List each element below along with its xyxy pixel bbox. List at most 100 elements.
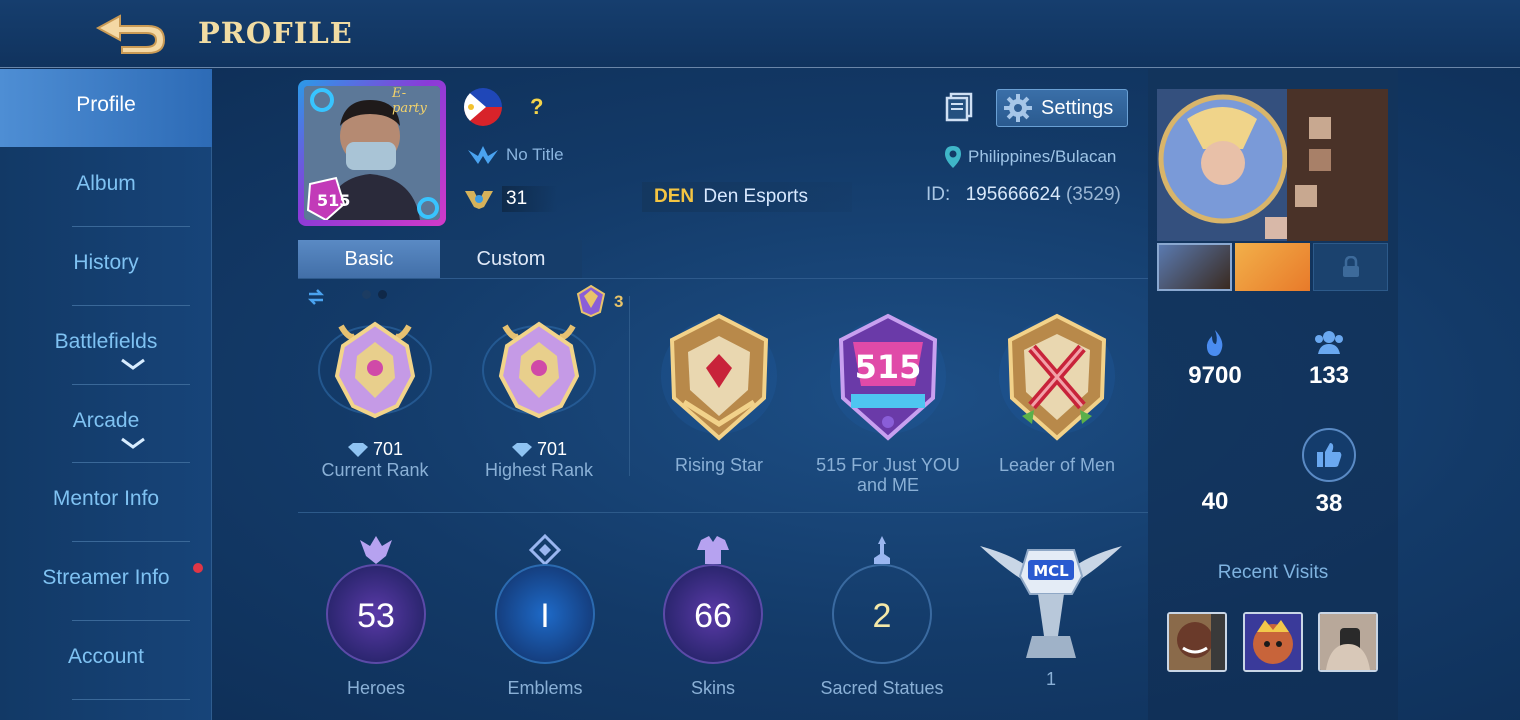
- location-row: Philippines/Bulacan: [944, 145, 1116, 169]
- sidebar-item-profile[interactable]: Profile: [0, 69, 212, 147]
- id-label: ID:: [926, 184, 951, 205]
- svg-text:515: 515: [317, 191, 350, 210]
- tab-custom[interactable]: Custom: [440, 240, 582, 278]
- season-badge-count: 3: [614, 292, 624, 311]
- medal-label: Rising Star: [674, 455, 764, 475]
- popularity-stat[interactable]: 9700: [1170, 328, 1260, 390]
- rising-star-medal[interactable]: Rising Star: [644, 306, 794, 475]
- flame-icon: [1206, 330, 1223, 356]
- sidebar-item-label: History: [73, 251, 139, 274]
- help-question-icon[interactable]: ?: [530, 94, 543, 120]
- rank-points: 701: [464, 439, 614, 460]
- stat-ring: 53: [326, 564, 426, 664]
- sidebar-item-account[interactable]: Account: [0, 621, 212, 699]
- heroes-icon: [360, 536, 392, 564]
- skins-icon: [697, 536, 729, 564]
- thumbs-up-icon: [1317, 443, 1342, 467]
- sidebar-item-label: Arcade: [72, 409, 140, 432]
- gear-icon: [1004, 94, 1032, 122]
- level-row: 31: [464, 186, 558, 212]
- likes-value: 38: [1315, 490, 1343, 517]
- sidebar-item-history[interactable]: History: [0, 227, 212, 305]
- sidebar-item-label: Account: [68, 645, 144, 668]
- current-rank-medal[interactable]: 701 Current Rank: [300, 306, 450, 480]
- visitor-avatar[interactable]: [1167, 612, 1227, 672]
- followers-stat[interactable]: 133: [1284, 328, 1374, 390]
- sidebar-item-arcade[interactable]: Arcade: [0, 385, 212, 463]
- location-pin-icon: [945, 146, 961, 168]
- sidebar-item-streamer-info[interactable]: Streamer Info: [0, 542, 212, 620]
- popularity-value: 9700: [1188, 362, 1242, 389]
- stat-label: Emblems: [507, 678, 583, 698]
- crossed-swords-badge-icon: [999, 313, 1115, 441]
- recent-visits-label: Recent Visits: [1217, 562, 1329, 583]
- secondary-stat-value: 40: [1201, 488, 1229, 515]
- sacred-statues-stat[interactable]: 2 Sacred Statues: [807, 534, 957, 699]
- highest-rank-medal[interactable]: 701 Highest Rank: [464, 306, 614, 480]
- sidebar-item-label: Streamer Info: [42, 566, 170, 589]
- sidebar-item-mentor-info[interactable]: Mentor Info: [0, 463, 212, 541]
- custom-515-medal[interactable]: 515 515 For Just YOU and ME: [806, 306, 970, 495]
- heroes-stat[interactable]: 53 Heroes: [301, 534, 451, 699]
- back-arrow-icon[interactable]: [92, 10, 168, 56]
- avatar[interactable]: 515 E-party: [298, 80, 446, 226]
- thumbs-up-button[interactable]: [1302, 428, 1356, 482]
- thumbnail-2[interactable]: [1235, 243, 1310, 291]
- philippines-flag-icon[interactable]: [464, 88, 502, 126]
- swap-icon[interactable]: [306, 288, 326, 306]
- rising-star-badge-icon: [661, 313, 777, 441]
- stat-ring: I: [495, 564, 595, 664]
- sidebar-item-label: Album: [76, 172, 136, 195]
- settings-button[interactable]: Settings: [996, 89, 1128, 127]
- showcase-thumbnails: [1157, 243, 1388, 291]
- medal-label: 515 For Just YOU and ME: [816, 455, 960, 495]
- mythic-rank-emblem-icon: [482, 321, 596, 419]
- player-title: No Title: [506, 145, 564, 164]
- medal-label: Current Rank: [321, 460, 429, 480]
- leader-of-men-medal[interactable]: Leader of Men: [982, 306, 1132, 475]
- player-id-row[interactable]: ID: 195666624 (3529): [926, 184, 1121, 206]
- emblems-icon: [528, 534, 562, 567]
- rank-points-value: 701: [372, 439, 404, 459]
- skins-stat[interactable]: 66 Skins: [638, 534, 788, 699]
- emblems-count: I: [540, 597, 550, 635]
- chevron-down-icon: [121, 358, 145, 370]
- records-book-icon[interactable]: [944, 92, 974, 122]
- tab-basic[interactable]: Basic: [298, 240, 440, 278]
- id-server: (3529): [1065, 184, 1121, 205]
- avatar-photo: 515 E-party: [304, 86, 440, 220]
- title-wings-icon: [468, 146, 498, 164]
- medal-label: Highest Rank: [484, 460, 594, 480]
- followers-value: 133: [1308, 362, 1350, 389]
- svg-text:515: 515: [855, 348, 922, 386]
- sidebar-item-battlefields[interactable]: Battlefields: [0, 306, 212, 384]
- emblems-stat[interactable]: I Emblems: [470, 534, 620, 699]
- stat-ring: 66: [663, 564, 763, 664]
- profile-tabs: Basic Custom: [298, 240, 582, 278]
- rank-points: 701: [300, 439, 450, 460]
- secondary-stat[interactable]: 40: [1170, 488, 1260, 516]
- squad-info[interactable]: DEN Den Esports: [642, 182, 852, 212]
- level-wings-icon: [465, 191, 493, 209]
- mcl-stat[interactable]: MCL 1: [976, 536, 1126, 690]
- sidebar-item-album[interactable]: Album: [0, 148, 212, 226]
- squad-name: Den Esports: [703, 186, 808, 207]
- visitor-avatar[interactable]: [1243, 612, 1303, 672]
- mcl-trophy-icon: MCL: [980, 546, 1122, 658]
- star-gem-icon: [511, 442, 532, 457]
- stat-label: Sacred Statues: [820, 678, 944, 698]
- skins-count: 66: [694, 597, 732, 635]
- likes-stat[interactable]: 38: [1284, 428, 1374, 518]
- divider: [298, 278, 1148, 279]
- mcl-badge-text: MCL: [1033, 562, 1069, 580]
- sidebar-item-label: Mentor Info: [52, 487, 160, 510]
- divider: [629, 296, 630, 476]
- showcase-image[interactable]: [1157, 89, 1388, 241]
- thumbnail-locked[interactable]: [1313, 243, 1388, 291]
- sidebar-item-label: Battlefields: [54, 330, 158, 353]
- visitor-avatar[interactable]: [1318, 612, 1378, 672]
- 515-badge-icon: 515: [830, 313, 946, 441]
- divider: [72, 699, 190, 700]
- thumbnail-1[interactable]: [1157, 243, 1232, 291]
- title-row[interactable]: No Title: [466, 144, 564, 166]
